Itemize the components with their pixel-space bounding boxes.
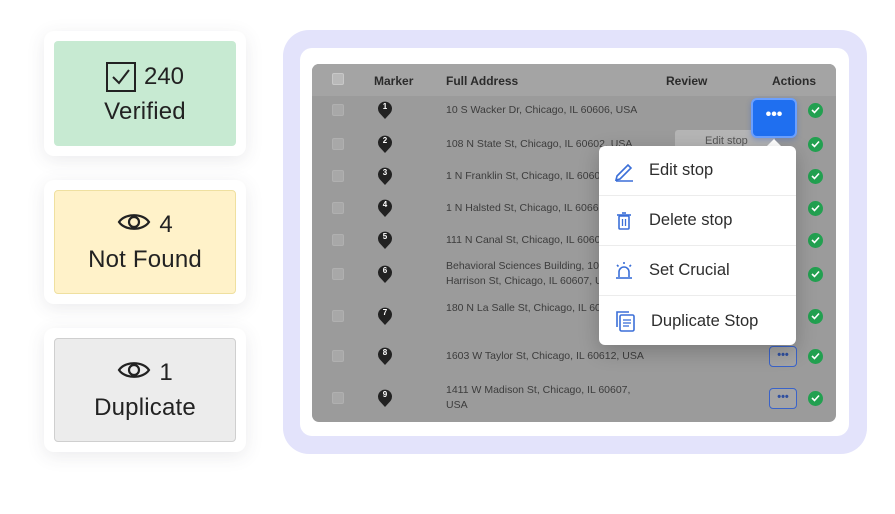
menu-item-delete-stop[interactable]: Delete stop bbox=[599, 196, 796, 246]
row-checkbox[interactable] bbox=[332, 234, 344, 246]
row-checkbox[interactable] bbox=[332, 170, 344, 182]
row-checkbox[interactable] bbox=[332, 392, 344, 404]
marker-number: 7 bbox=[382, 308, 388, 317]
duplicate-count-row: 1 bbox=[117, 359, 173, 388]
check-circle-icon bbox=[808, 136, 823, 152]
header-review: Review bbox=[666, 74, 708, 88]
table-header: Marker Full Address Review Actions bbox=[312, 64, 836, 96]
marker-number: 8 bbox=[382, 348, 388, 357]
map-pin-icon: 1 bbox=[376, 100, 394, 120]
menu-item-label: Duplicate Stop bbox=[651, 311, 759, 330]
row-checkbox[interactable] bbox=[332, 202, 344, 214]
row-checkbox[interactable] bbox=[332, 138, 344, 150]
map-pin-icon: 3 bbox=[376, 166, 394, 186]
duplicate-count: 1 bbox=[159, 359, 173, 386]
alarm-icon bbox=[616, 261, 632, 279]
menu-item-set-crucial[interactable]: Set Crucial bbox=[599, 246, 796, 296]
map-pin-icon: 8 bbox=[376, 346, 394, 366]
actions-menu: Edit stop Delete stop Set Crucial Duplic… bbox=[599, 146, 796, 345]
header-actions: Actions bbox=[772, 74, 817, 88]
check-circle-icon bbox=[808, 266, 823, 282]
map-pin-icon: 6 bbox=[376, 264, 394, 284]
copy-icon bbox=[616, 311, 635, 332]
verified-count-row: 240 bbox=[105, 61, 185, 92]
check-circle-icon bbox=[808, 200, 823, 216]
map-pin-icon: 2 bbox=[376, 134, 394, 154]
marker-number: 5 bbox=[382, 232, 388, 241]
verified-count: 240 bbox=[143, 62, 185, 90]
row-address: 1603 W Taylor St, Chicago, IL 60612, USA bbox=[446, 349, 644, 362]
duplicate-label: Duplicate bbox=[94, 393, 196, 421]
menu-item-duplicate-stop[interactable]: Duplicate Stop bbox=[599, 296, 796, 346]
not-found-card-wrapper: 4 Not Found bbox=[44, 180, 246, 304]
check-circle-icon bbox=[808, 232, 823, 248]
marker-number: 2 bbox=[382, 136, 388, 145]
header-full-address: Full Address bbox=[446, 74, 519, 88]
eye-icon bbox=[117, 211, 151, 240]
row-address: 10 S Wacker Dr, Chicago, IL 60606, USA bbox=[446, 103, 638, 116]
eye-icon bbox=[117, 359, 151, 388]
select-all-checkbox[interactable] bbox=[332, 73, 344, 85]
not-found-card[interactable]: 4 Not Found bbox=[54, 190, 236, 294]
menu-item-label: Set Crucial bbox=[649, 261, 730, 279]
row-1-actions-button-active[interactable]: ••• bbox=[751, 98, 797, 138]
not-found-count: 4 bbox=[159, 211, 173, 238]
not-found-count-row: 4 bbox=[117, 211, 173, 240]
row-checkbox[interactable] bbox=[332, 350, 344, 362]
marker-number: 1 bbox=[382, 102, 388, 111]
map-pin-icon: 7 bbox=[376, 306, 394, 326]
row-checkbox[interactable] bbox=[332, 104, 344, 116]
row-address: 1411 W Madison St, Chicago, IL 60607, US… bbox=[446, 384, 631, 411]
row-actions-button[interactable]: ••• bbox=[769, 345, 797, 367]
map-pin-icon: 5 bbox=[376, 230, 394, 250]
check-circle-icon bbox=[808, 348, 823, 364]
marker-number: 3 bbox=[382, 168, 388, 177]
check-circle-icon bbox=[808, 102, 823, 118]
map-pin-icon: 9 bbox=[376, 388, 394, 408]
menu-item-edit-stop[interactable]: Edit stop bbox=[599, 146, 796, 196]
row-checkbox[interactable] bbox=[332, 268, 344, 280]
check-circle-icon bbox=[808, 168, 823, 184]
header-marker: Marker bbox=[374, 74, 414, 88]
menu-item-label: Edit stop bbox=[649, 161, 714, 179]
verified-label: Verified bbox=[104, 97, 186, 125]
duplicate-card-wrapper: 1 Duplicate bbox=[44, 328, 246, 452]
checkbox-icon bbox=[105, 61, 136, 92]
check-circle-icon bbox=[808, 308, 823, 324]
not-found-label: Not Found bbox=[88, 245, 202, 273]
marker-number: 6 bbox=[382, 266, 388, 275]
row-checkbox[interactable] bbox=[332, 310, 344, 322]
verified-card-wrapper: 240 Verified bbox=[44, 31, 246, 156]
menu-item-label: Delete stop bbox=[649, 211, 733, 229]
marker-number: 9 bbox=[382, 390, 388, 399]
trash-icon bbox=[617, 211, 631, 230]
map-pin-icon: 4 bbox=[376, 198, 394, 218]
marker-number: 4 bbox=[382, 200, 388, 209]
pencil-icon bbox=[614, 163, 633, 182]
check-circle-icon bbox=[808, 390, 823, 406]
row-actions-button[interactable]: ••• bbox=[769, 387, 797, 409]
duplicate-card[interactable]: 1 Duplicate bbox=[54, 338, 236, 442]
verified-card[interactable]: 240 Verified bbox=[54, 41, 236, 146]
table-row[interactable]: 9 1411 W Madison St, Chicago, IL 60607, U… bbox=[312, 381, 836, 415]
